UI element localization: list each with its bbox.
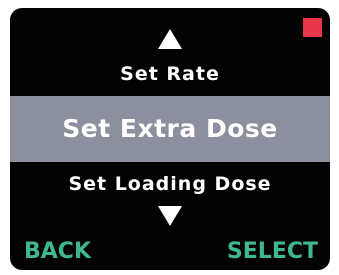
menu-item-set-extra-dose-selected[interactable]: Set Extra Dose bbox=[10, 96, 330, 162]
scroll-up-arrow-icon[interactable] bbox=[158, 29, 182, 49]
menu-item-set-loading-dose[interactable]: Set Loading Dose bbox=[10, 173, 330, 195]
menu-item-set-rate[interactable]: Set Rate bbox=[10, 63, 330, 85]
device-screen: Set Rate Set Extra Dose Set Loading Dose… bbox=[10, 8, 330, 270]
status-indicator-icon bbox=[303, 18, 322, 37]
select-softkey[interactable]: SELECT bbox=[227, 239, 318, 264]
back-softkey[interactable]: BACK bbox=[24, 239, 91, 264]
scroll-down-arrow-icon[interactable] bbox=[158, 206, 182, 226]
